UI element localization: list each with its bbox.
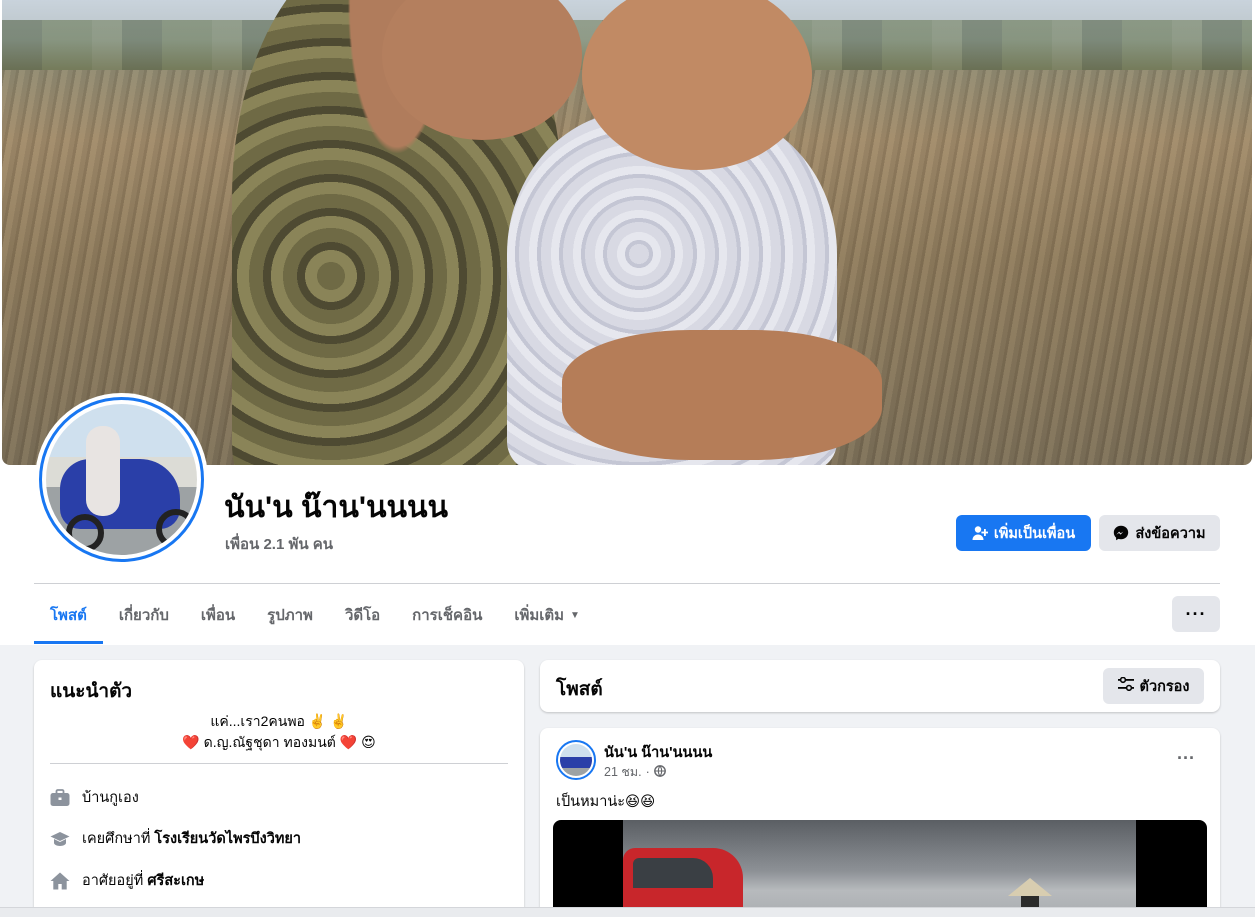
tab-friends-label: เพื่อน — [200, 607, 236, 624]
profile-name: นัน'น น๊าน'นนนน — [224, 491, 449, 524]
add-friend-button[interactable]: เพิ่มเป็นเพื่อน — [956, 515, 1091, 551]
taskbar-strip — [0, 907, 1255, 917]
post-author-name[interactable]: นัน'น น๊าน'นนนน — [604, 741, 712, 764]
send-message-button[interactable]: ส่งข้อความ — [1099, 515, 1220, 551]
caret-down-icon: ▼ — [570, 609, 580, 621]
intro-divider — [50, 763, 508, 764]
post-meta: 21 ชม. · — [604, 762, 666, 782]
ellipsis-icon: ··· — [1185, 603, 1207, 624]
filter-button[interactable]: ตัวกรอง — [1103, 668, 1204, 704]
post-options-button[interactable]: ··· — [1170, 746, 1202, 770]
bio: แค่...เรา2คนพอ ✌️ ✌️ ❤️ ด.ญ.ณัฐชุดา ทองม… — [50, 711, 508, 753]
intro-education-prefix: เคยศึกษาที่ — [82, 831, 151, 847]
tab-checkins-label: การเช็คอิน — [412, 607, 483, 624]
add-friend-label: เพิ่มเป็นเพื่อน — [993, 525, 1076, 542]
graduation-cap-icon — [50, 829, 70, 849]
globe-icon[interactable] — [653, 764, 666, 780]
post-author-avatar[interactable] — [556, 740, 596, 780]
header-divider — [34, 583, 1220, 584]
intro-education-school[interactable]: โรงเรียนวัดไพรบึงวิทยา — [154, 827, 301, 850]
intro-education: เคยศึกษาที่ โรงเรียนวัดไพรบึงวิทยา — [50, 827, 301, 850]
send-message-label: ส่งข้อความ — [1135, 525, 1206, 542]
ellipsis-icon: ··· — [1177, 747, 1195, 768]
filter-label: ตัวกรอง — [1139, 678, 1190, 695]
post-card: นัน'น น๊าน'นนนน 21 ชม. · ··· เป็นหมาน่ะ😆… — [540, 728, 1220, 917]
intro-lives-place[interactable]: ศรีสะเกษ — [147, 869, 204, 892]
tab-about-label: เกี่ยวกับ — [118, 607, 169, 624]
intro-work-text[interactable]: บ้านกูเอง — [82, 786, 139, 809]
intro-work: บ้านกูเอง — [50, 786, 139, 809]
tab-videos-label: วิดีโอ — [344, 607, 381, 624]
intro-lives-prefix: อาศัยอยู่ที่ — [82, 873, 144, 889]
tab-posts-label: โพสต์ — [50, 607, 87, 624]
tab-checkins[interactable]: การเช็คอิน — [396, 586, 498, 644]
profile-picture[interactable] — [35, 393, 208, 566]
tab-friends[interactable]: เพื่อน — [185, 586, 251, 644]
filter-icon — [1117, 676, 1134, 695]
bio-line-2: ❤️ ด.ญ.ณัฐชุดา ทองมนต์ ❤️ 😍 — [182, 734, 376, 750]
profile-header: นัน'น น๊าน'นนนน เพื่อน 2.1 พัน คน เพิ่มเ… — [0, 0, 1255, 645]
tab-more-label: เพิ่มเติม — [514, 607, 565, 624]
tab-photos-label: รูปภาพ — [267, 607, 313, 624]
tab-photos[interactable]: รูปภาพ — [251, 586, 329, 644]
tab-about[interactable]: เกี่ยวกับ — [103, 586, 185, 644]
post-meta-separator: · — [645, 765, 650, 779]
briefcase-icon — [50, 788, 70, 808]
tab-more[interactable]: เพิ่มเติม ▼ — [498, 586, 596, 644]
profile-tabs: โพสต์ เกี่ยวกับ เพื่อน รูปภาพ วิดีโอ การ… — [34, 586, 596, 644]
messenger-icon — [1113, 525, 1129, 541]
post-time[interactable]: 21 ชม. — [604, 762, 642, 782]
cover-photo[interactable] — [2, 0, 1252, 465]
intro-title: แนะนำตัว — [50, 681, 133, 702]
add-friend-icon — [972, 525, 988, 541]
posts-title: โพสต์ — [556, 679, 603, 700]
intro-lives: อาศัยอยู่ที่ ศรีสะเกษ — [50, 869, 204, 892]
tab-videos[interactable]: วิดีโอ — [329, 586, 396, 644]
post-text: เป็นหมาน่ะ😆😆 — [556, 794, 656, 810]
post-photo[interactable] — [553, 820, 1207, 917]
intro-card: แนะนำตัว แค่...เรา2คนพอ ✌️ ✌️ ❤️ ด.ญ.ณัฐ… — [34, 660, 524, 917]
home-icon — [50, 871, 70, 891]
tab-posts[interactable]: โพสต์ — [34, 586, 103, 644]
bio-line-1: แค่...เรา2คนพอ ✌️ ✌️ — [210, 713, 348, 729]
profile-more-button[interactable]: ··· — [1172, 596, 1220, 632]
friends-count[interactable]: เพื่อน 2.1 พัน คน — [225, 532, 333, 556]
posts-header-card: โพสต์ ตัวกรอง — [540, 660, 1220, 712]
